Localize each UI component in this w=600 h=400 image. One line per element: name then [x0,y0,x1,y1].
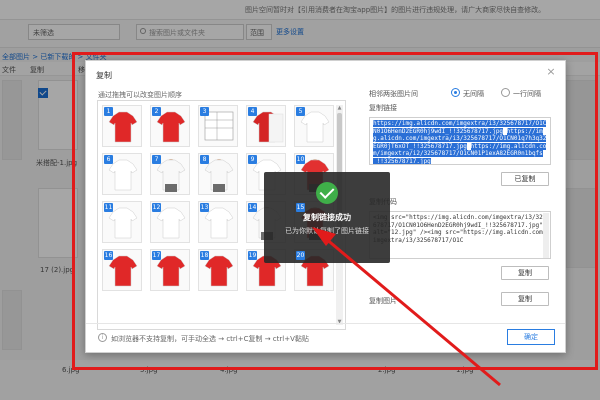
order-number-badge: 11 [104,203,113,212]
order-number-badge: 5 [296,107,305,116]
order-number-badge: 3 [200,107,209,116]
order-number-badge: 6 [104,155,113,164]
order-number-badge: 15 [296,203,305,212]
order-number-badge: 14 [248,203,257,212]
order-number-badge: 4 [248,107,257,116]
order-number-badge: 16 [104,251,113,260]
order-number-badge: 2 [152,107,161,116]
order-number-badge: 7 [152,155,161,164]
order-number-badge: 9 [248,155,257,164]
order-number-badge: 8 [200,155,209,164]
order-number-badge: 1 [104,107,113,116]
order-number-badge: 12 [152,203,161,212]
order-number-badge: 13 [200,203,209,212]
order-number-badge: 19 [248,251,257,260]
order-number-badge: 17 [152,251,161,260]
order-number-badge: 18 [200,251,209,260]
annotation-rectangle [72,52,598,370]
order-number-badge: 20 [296,251,305,260]
order-number-badge: 10 [296,155,305,164]
